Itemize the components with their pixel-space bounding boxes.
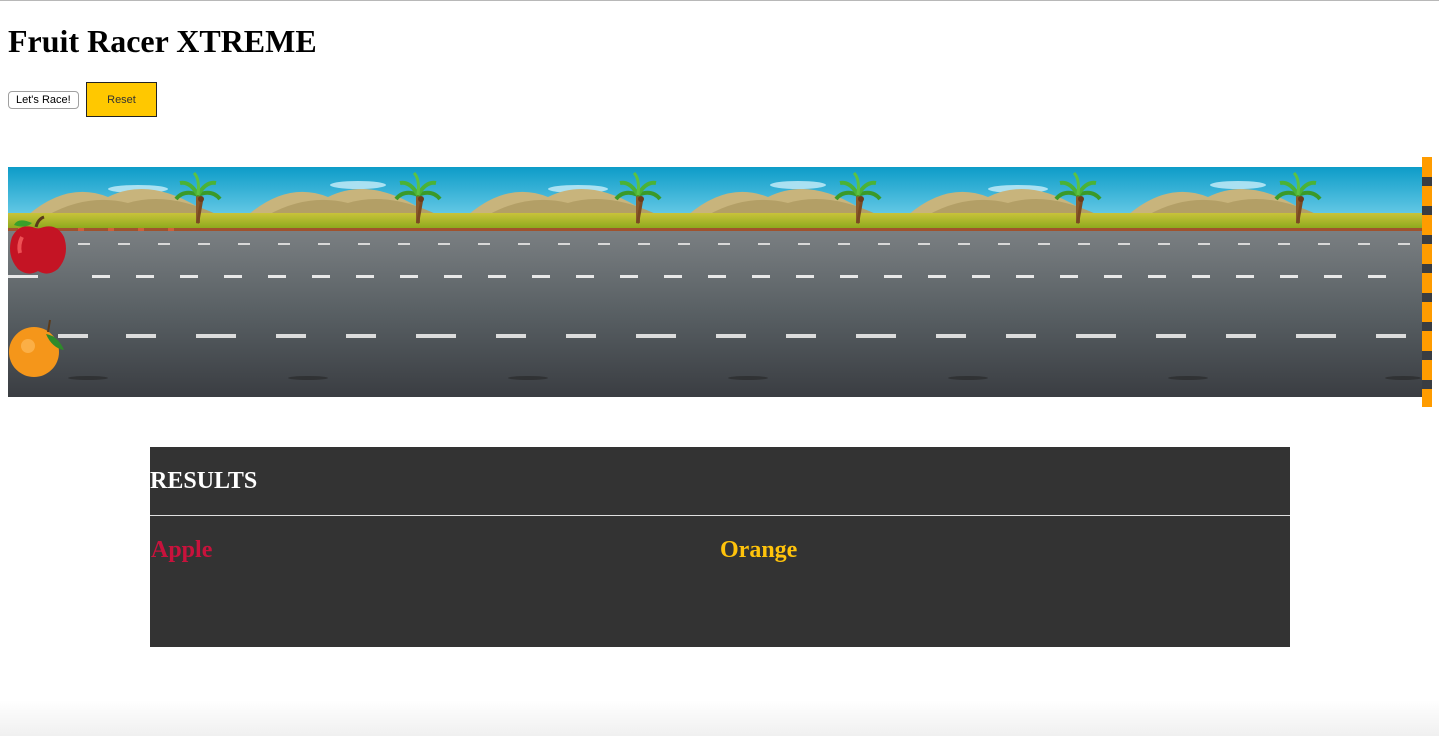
finish-line [1422, 157, 1432, 407]
window-bottom-shadow [0, 700, 1439, 736]
apple-racer [8, 215, 70, 277]
results-divider [150, 515, 1290, 516]
results-orange-column: Orange [720, 537, 798, 563]
apple-icon [10, 215, 66, 274]
results-apple-column: Apple [151, 537, 213, 563]
results-panel: RESULTS Apple Orange [150, 447, 1290, 647]
lets-race-button[interactable]: Let's Race! [8, 91, 79, 109]
orange-racer [8, 318, 70, 380]
race-track [8, 167, 1422, 397]
reset-button[interactable]: Reset [86, 82, 157, 117]
page-title: Fruit Racer XTREME [8, 23, 317, 59]
track-scenery [8, 167, 1422, 397]
results-heading: RESULTS [150, 468, 258, 494]
finish-line-flag [1422, 157, 1432, 407]
window-top-border [0, 0, 1439, 1]
orange-icon [9, 319, 64, 377]
